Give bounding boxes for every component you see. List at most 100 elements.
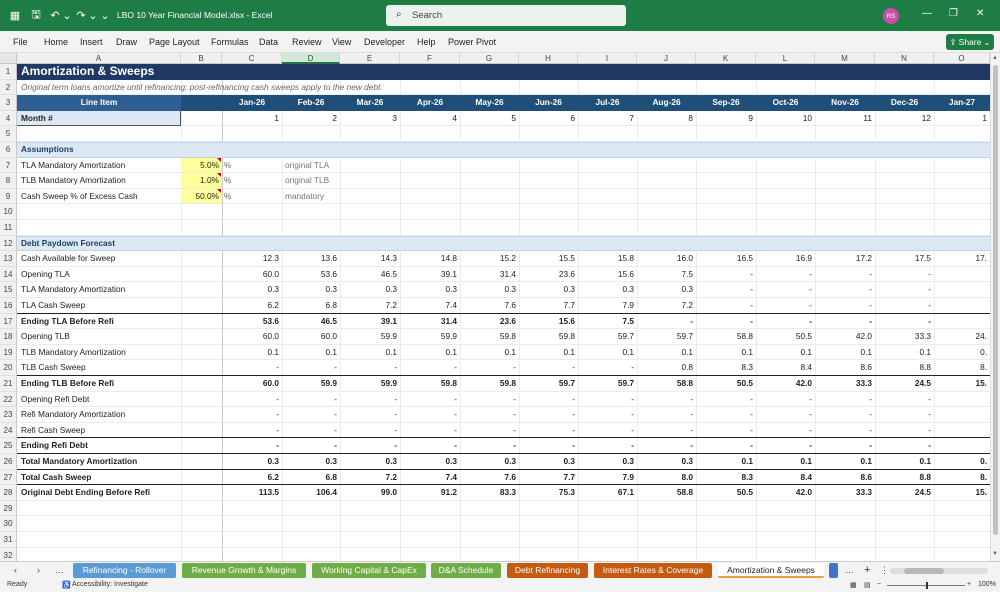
forecast-value[interactable]: 8.8 xyxy=(875,360,933,376)
forecast-value[interactable]: - xyxy=(519,423,577,439)
minimize-icon[interactable]: — xyxy=(922,8,932,19)
row-header-19[interactable]: 19 xyxy=(0,344,17,361)
forecast-value[interactable]: 42.0 xyxy=(756,485,814,501)
row-header-27[interactable]: 27 xyxy=(0,469,17,486)
forecast-value[interactable]: - xyxy=(875,314,933,330)
forecast-value[interactable]: 17.5 xyxy=(875,251,933,267)
column-header-a[interactable]: A xyxy=(17,53,181,64)
forecast-value[interactable]: 0.1 xyxy=(282,345,339,361)
zoom-out-icon[interactable]: − xyxy=(877,581,881,588)
forecast-value[interactable]: - xyxy=(875,282,933,298)
row-header-2[interactable]: 2 xyxy=(0,79,17,96)
forecast-value[interactable]: 50.5 xyxy=(756,329,814,345)
forecast-value[interactable]: - xyxy=(400,360,459,376)
forecast-value[interactable]: 53.6 xyxy=(282,267,339,283)
forecast-value[interactable]: - xyxy=(460,438,518,454)
forecast-value[interactable]: - xyxy=(519,392,577,408)
forecast-value[interactable]: 0.3 xyxy=(400,454,459,470)
forecast-value[interactable]: 7.6 xyxy=(460,298,518,314)
forecast-value[interactable]: 0.3 xyxy=(578,282,636,298)
forecast-value[interactable]: 0.3 xyxy=(340,454,399,470)
zoom-slider-knob[interactable] xyxy=(926,582,928,589)
forecast-value[interactable]: - xyxy=(282,392,339,408)
row-header-12[interactable]: 12 xyxy=(0,235,17,252)
row-header-6[interactable]: 6 xyxy=(0,142,17,158)
forecast-value[interactable]: - xyxy=(696,407,755,423)
forecast-value[interactable]: 15.6 xyxy=(519,314,577,330)
forecast-value[interactable]: 33.3 xyxy=(815,485,874,501)
forecast-value[interactable]: - xyxy=(637,423,695,439)
forecast-value[interactable]: - xyxy=(696,298,755,314)
zoom-level[interactable]: 100% xyxy=(978,581,996,588)
scroll-down-icon[interactable]: ▼ xyxy=(992,551,998,557)
forecast-value[interactable] xyxy=(934,282,989,298)
forecast-value[interactable]: - xyxy=(756,438,814,454)
forecast-value[interactable]: 23.6 xyxy=(519,267,577,283)
forecast-value[interactable]: - xyxy=(696,438,755,454)
forecast-value[interactable]: - xyxy=(222,423,281,439)
forecast-value[interactable]: 15. xyxy=(934,485,989,501)
forecast-value[interactable]: 0.1 xyxy=(815,345,874,361)
forecast-value[interactable]: 15.8 xyxy=(578,251,636,267)
forecast-value[interactable]: 59.9 xyxy=(282,376,339,392)
sheet-tab-debt-refinancing[interactable]: Debt Refinancing xyxy=(507,563,588,578)
forecast-value[interactable]: - xyxy=(637,314,695,330)
forecast-value[interactable] xyxy=(934,438,989,454)
forecast-value[interactable]: - xyxy=(756,423,814,439)
forecast-value[interactable]: 42.0 xyxy=(756,376,814,392)
forecast-value[interactable]: 16.5 xyxy=(696,251,755,267)
sheet-tab-overflow[interactable] xyxy=(829,563,838,578)
forecast-value[interactable]: - xyxy=(756,267,814,283)
forecast-value[interactable]: 0.1 xyxy=(460,345,518,361)
forecast-value[interactable]: - xyxy=(696,423,755,439)
ribbon-tab-review[interactable]: Review xyxy=(292,37,322,47)
forecast-value[interactable]: 39.1 xyxy=(400,267,459,283)
forecast-value[interactable]: - xyxy=(637,407,695,423)
row-header-22[interactable]: 22 xyxy=(0,391,17,408)
forecast-value[interactable]: 7.5 xyxy=(578,314,636,330)
row-header-5[interactable]: 5 xyxy=(0,126,17,142)
forecast-value[interactable]: 0.1 xyxy=(875,454,933,470)
zoom-in-icon[interactable]: + xyxy=(967,581,971,588)
forecast-value[interactable]: - xyxy=(578,392,636,408)
forecast-value[interactable]: 0.1 xyxy=(578,345,636,361)
forecast-value[interactable]: - xyxy=(756,407,814,423)
forecast-value[interactable]: - xyxy=(637,392,695,408)
forecast-value[interactable]: 23.6 xyxy=(460,314,518,330)
forecast-value[interactable]: - xyxy=(875,423,933,439)
forecast-value[interactable]: 7.9 xyxy=(578,470,636,486)
row-header-26[interactable]: 26 xyxy=(0,454,17,470)
forecast-value[interactable]: 0.1 xyxy=(400,345,459,361)
row-header-15[interactable]: 15 xyxy=(0,282,17,298)
forecast-value[interactable]: 0.3 xyxy=(340,282,399,298)
forecast-value[interactable]: - xyxy=(815,423,874,439)
forecast-value[interactable]: - xyxy=(756,298,814,314)
forecast-value[interactable]: 99.0 xyxy=(340,485,399,501)
forecast-value[interactable]: 0.1 xyxy=(875,345,933,361)
forecast-value[interactable]: - xyxy=(815,392,874,408)
ribbon-tab-draw[interactable]: Draw xyxy=(116,37,137,47)
forecast-value[interactable]: 7.2 xyxy=(340,298,399,314)
ribbon-tab-help[interactable]: Help xyxy=(417,37,436,47)
forecast-value[interactable]: 0. xyxy=(934,454,989,470)
ribbon-tab-data[interactable]: Data xyxy=(259,37,278,47)
forecast-value[interactable]: 75.3 xyxy=(519,485,577,501)
forecast-value[interactable]: 0.3 xyxy=(578,454,636,470)
forecast-value[interactable]: - xyxy=(815,314,874,330)
sheet-tab-interest-rates-coverage[interactable]: Interest Rates & Coverage xyxy=(594,563,712,578)
forecast-value[interactable]: 0.1 xyxy=(340,345,399,361)
forecast-value[interactable]: 7.4 xyxy=(400,298,459,314)
forecast-value[interactable]: - xyxy=(578,407,636,423)
forecast-value[interactable]: - xyxy=(222,360,281,376)
forecast-value[interactable]: 16.9 xyxy=(756,251,814,267)
forecast-value[interactable]: - xyxy=(815,438,874,454)
forecast-value[interactable]: - xyxy=(756,392,814,408)
forecast-value[interactable]: 6.8 xyxy=(282,298,339,314)
forecast-value[interactable] xyxy=(934,314,989,330)
forecast-value[interactable]: - xyxy=(815,407,874,423)
forecast-value[interactable]: 0.3 xyxy=(282,282,339,298)
forecast-value[interactable]: 67.1 xyxy=(578,485,636,501)
forecast-value[interactable]: - xyxy=(875,438,933,454)
more-sheets-left-icon[interactable]: … xyxy=(55,565,64,575)
forecast-value[interactable]: 58.8 xyxy=(696,329,755,345)
